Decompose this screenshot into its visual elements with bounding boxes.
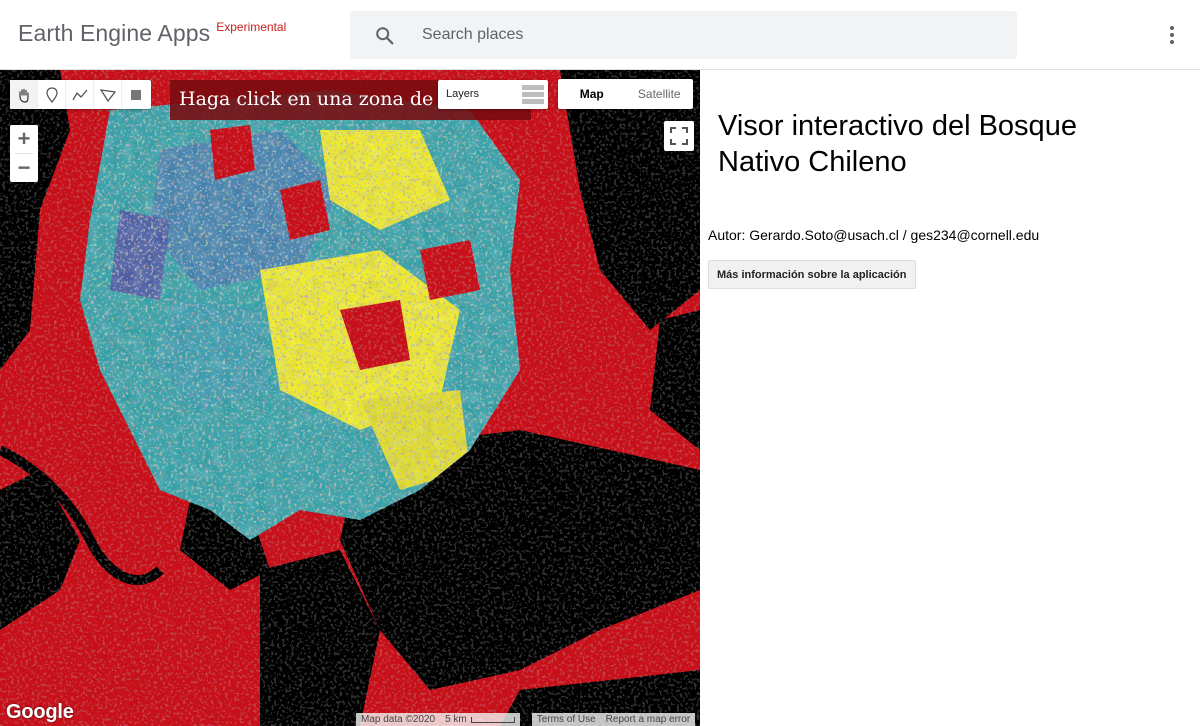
scale-label: 5 km — [445, 714, 467, 725]
map-data-credit[interactable]: Map data ©2020 — [356, 713, 441, 726]
rectangle-tool[interactable] — [122, 80, 150, 109]
layers-control[interactable]: Layers — [438, 80, 548, 109]
more-info-button[interactable]: Más información sobre la aplicación — [708, 260, 916, 289]
zoom-control: + − — [10, 125, 38, 182]
author-label: Autor: Gerardo.Soto@usach.cl / ges234@co… — [708, 227, 1040, 243]
search-icon[interactable] — [374, 25, 396, 47]
line-icon — [71, 89, 87, 100]
report-error-link[interactable]: Report a map error — [600, 713, 696, 726]
app-header: Earth Engine Apps Experimental — [0, 0, 1200, 70]
fullscreen-icon — [670, 127, 688, 145]
fullscreen-button[interactable] — [664, 121, 694, 151]
map-attribution: Map data ©2020 5 km Terms of Use Report … — [356, 713, 696, 726]
map-type-satellite-button[interactable]: Satellite — [626, 79, 694, 109]
drawing-toolbar — [10, 80, 151, 109]
rectangle-icon — [131, 89, 141, 100]
zoom-out-button[interactable]: − — [10, 154, 38, 182]
experimental-tag: Experimental — [216, 20, 287, 34]
polygon-tool[interactable] — [94, 80, 122, 109]
search-box — [350, 11, 1017, 59]
layers-icon — [522, 85, 544, 104]
map-type-map-button[interactable]: Map — [558, 79, 626, 109]
info-panel: Visor interactivo del Bosque Nativo Chil… — [700, 70, 1200, 726]
app-brand[interactable]: Earth Engine Apps Experimental — [18, 20, 286, 47]
panel-title: Visor interactivo del Bosque Nativo Chil… — [718, 110, 1077, 178]
polygon-icon — [99, 88, 116, 102]
hand-icon — [18, 88, 29, 103]
zoom-in-button[interactable]: + — [10, 125, 38, 153]
more-vertical-icon[interactable] — [1160, 23, 1184, 47]
google-logo: Google — [6, 701, 74, 723]
pan-tool[interactable] — [10, 80, 38, 109]
line-tool[interactable] — [66, 80, 94, 109]
marker-icon — [45, 86, 58, 103]
forest-classification-map[interactable] — [0, 70, 700, 726]
map-type-control: Map Satellite — [558, 79, 693, 109]
app-name: Earth Engine Apps — [18, 20, 211, 46]
scale-indicator[interactable]: 5 km — [440, 713, 520, 726]
map-view[interactable]: Haga click en una zona de Layers Map Sat… — [0, 70, 700, 726]
attribution-gap — [520, 713, 532, 726]
scale-bar — [470, 716, 515, 723]
terms-link[interactable]: Terms of Use — [531, 713, 601, 726]
point-tool[interactable] — [38, 80, 66, 109]
layers-label: Layers — [446, 88, 480, 100]
search-input[interactable] — [422, 11, 1002, 59]
